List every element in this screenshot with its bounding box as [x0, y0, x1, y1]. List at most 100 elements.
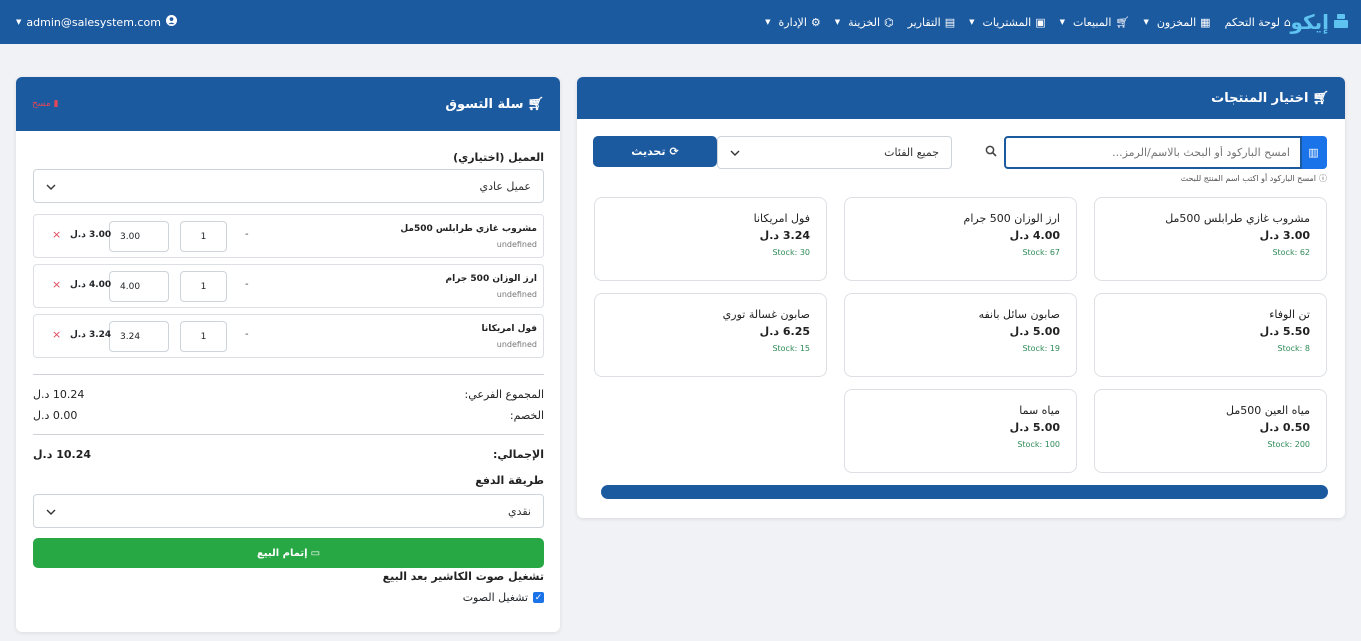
customer-select[interactable]: عميل عادي [33, 169, 544, 203]
user-circle-icon [165, 15, 177, 29]
chevron-down-icon: ▼ [834, 18, 841, 26]
product-stock: Stock: 67 [1022, 248, 1060, 257]
product-stock: Stock: 62 [1272, 248, 1310, 257]
barcode-scan-button[interactable]: ▥ [1300, 136, 1327, 169]
quantity-input[interactable]: 1 [180, 221, 227, 252]
customer-selected: عميل عادي [479, 179, 532, 193]
clear-cart-button[interactable]: ▮ مسح [32, 99, 59, 109]
quantity-input[interactable]: 1 [180, 321, 227, 352]
product-price: 5.00 د.ل [1009, 421, 1060, 434]
search-icon [985, 145, 997, 160]
product-price: 5.00 د.ل [1009, 325, 1060, 338]
product-price: 3.00 د.ل [1259, 229, 1310, 242]
sound-checkbox-row: ✓ تشغيل الصوت [463, 591, 544, 604]
remove-item-icon[interactable]: × [52, 228, 61, 241]
nav-treasury[interactable]: ⌬ الخزينة ▼ [835, 16, 894, 29]
remove-item-icon[interactable]: × [52, 278, 61, 291]
product-price: 0.50 د.ل [1259, 421, 1310, 434]
home-icon: ⌂ [1284, 15, 1291, 29]
product-card[interactable]: مشروب غازي طرابلس 500مل 3.00 د.ل Stock: … [1094, 197, 1327, 281]
report-icon: ▤ [944, 15, 956, 29]
main-menu: ⌂ لوحة التحكم ▦ المخزون ▼ 🛒︎ المبيعات ▼ … [765, 0, 1291, 44]
cart-item-total: 4.00 د.ل [70, 280, 112, 290]
nav-inventory[interactable]: ▦ المخزون ▼ [1143, 16, 1210, 29]
search-hint: ⓘ امسح الباركود أو اكتب اسم المنتج للبحث [1181, 173, 1327, 184]
product-stock: Stock: 19 [1022, 344, 1060, 353]
chevron-down-icon: ▼ [16, 18, 22, 26]
product-card[interactable]: فول امريكانا 3.24 د.ل Stock: 30 [594, 197, 827, 281]
nav-dashboard[interactable]: ⌂ لوحة التحكم [1225, 16, 1291, 29]
search-input[interactable] [1004, 136, 1302, 169]
payment-selected: نقدي [507, 504, 531, 518]
trash-icon: ▮ [53, 99, 59, 109]
cart-item-dash: - [245, 329, 249, 340]
product-price: 5.50 د.ل [1259, 325, 1310, 338]
nav-inventory-label: المخزون [1156, 15, 1197, 29]
total-value: 10.24 د.ل [33, 448, 91, 461]
chevron-down-icon: ▼ [1143, 18, 1149, 26]
nav-reports-label: التقارير [907, 15, 941, 29]
price-input[interactable]: 3.24 [109, 321, 169, 352]
cart-item: ارز الوزان 500 جرام undefined - 1 4.00 4… [33, 264, 544, 308]
discount-label: الخصم: [509, 409, 544, 422]
product-stock: Stock: 100 [1017, 440, 1060, 449]
cart-icon: 🛒︎ [1115, 15, 1130, 29]
product-name: مياه العين 500مل [1226, 404, 1310, 417]
nav-admin[interactable]: ⚙ الإدارة ▼ [765, 16, 821, 29]
register-icon [1333, 10, 1349, 34]
cart-item: فول امريكانا undefined - 1 3.24 3.24 د.ل… [33, 314, 544, 358]
price-input[interactable]: 3.00 [109, 221, 169, 252]
nav-sales[interactable]: 🛒︎ المبيعات ▼ [1060, 16, 1130, 29]
cart-item-name: فول امريكانا [481, 324, 538, 334]
category-select[interactable]: جميع الفئات [717, 136, 952, 169]
cart-item-sub: undefined [496, 340, 537, 349]
product-name: فول امريكانا [753, 212, 810, 225]
product-name: مشروب غازي طرابلس 500مل [1165, 212, 1310, 225]
nav-dashboard-label: لوحة التحكم [1224, 15, 1281, 29]
category-selected: جميع الفئات [884, 146, 939, 159]
user-email: admin@salesystem.com [26, 15, 161, 29]
divider [33, 374, 544, 375]
cart-title: سلة التسوق [445, 96, 524, 112]
product-name: تن الوفاء [1269, 308, 1310, 321]
boxes-icon: ▦ [1200, 15, 1211, 29]
subtotal-label: المجموع الفرعي: [464, 388, 544, 401]
chevron-down-icon [46, 505, 56, 518]
remove-item-icon[interactable]: × [52, 328, 61, 341]
nav-purchases[interactable]: ▣ المشتريات ▼ [969, 16, 1046, 29]
horizontal-scrollbar[interactable] [601, 485, 1328, 499]
search-row: ▥ جميع الفئات ⟳ تحديث [593, 136, 1327, 169]
nav-purchases-label: المشتريات [982, 15, 1032, 29]
product-card[interactable]: ارز الوزان 500 جرام 4.00 د.ل Stock: 67 [844, 197, 1077, 281]
quantity-input[interactable]: 1 [180, 271, 227, 302]
cart-item-name: ارز الوزان 500 جرام [445, 274, 537, 284]
product-name: ارز الوزان 500 جرام [963, 212, 1060, 225]
payment-select[interactable]: نقدي [33, 494, 544, 528]
nav-reports[interactable]: ▤ التقارير [908, 16, 956, 29]
product-card[interactable]: صابون سائل بانفه 5.00 د.ل Stock: 19 [844, 293, 1077, 377]
discount-value: 0.00 د.ل [33, 409, 78, 422]
refresh-label: تحديث [631, 145, 666, 158]
cart-item-sub: undefined [496, 240, 537, 249]
product-card[interactable]: صابون غسالة توري 6.25 د.ل Stock: 15 [594, 293, 827, 377]
brand-logo[interactable]: إيكو [1290, 10, 1349, 34]
sound-checkbox[interactable]: ✓ [533, 592, 544, 603]
subtotal-row: المجموع الفرعي: 10.24 د.ل [33, 388, 544, 401]
product-card[interactable]: مياه سما 5.00 د.ل Stock: 100 [844, 389, 1077, 473]
user-menu[interactable]: admin@salesystem.com ▼ [16, 0, 177, 44]
complete-sale-button[interactable]: ▭ إتمام البيع [33, 538, 544, 568]
refresh-button[interactable]: ⟳ تحديث [593, 136, 717, 167]
product-card[interactable]: تن الوفاء 5.50 د.ل Stock: 8 [1094, 293, 1327, 377]
products-title: اختيار المنتجات [1211, 90, 1309, 106]
clear-cart-label: مسح [32, 99, 51, 109]
price-input[interactable]: 4.00 [109, 271, 169, 302]
nav-sales-label: المبيعات [1073, 15, 1112, 29]
product-price: 6.25 د.ل [759, 325, 810, 338]
product-card[interactable]: مياه العين 500مل 0.50 د.ل Stock: 200 [1094, 389, 1327, 473]
product-stock: Stock: 30 [772, 248, 810, 257]
payment-label: طريقة الدفع [475, 474, 544, 487]
cart-item-name: مشروب غازي طرابلس 500مل [400, 224, 537, 234]
barcode-icon: ▥ [1308, 146, 1319, 159]
chevron-down-icon [730, 146, 740, 159]
top-navbar: إيكو ⌂ لوحة التحكم ▦ المخزون ▼ 🛒︎ المبيع… [0, 0, 1361, 44]
